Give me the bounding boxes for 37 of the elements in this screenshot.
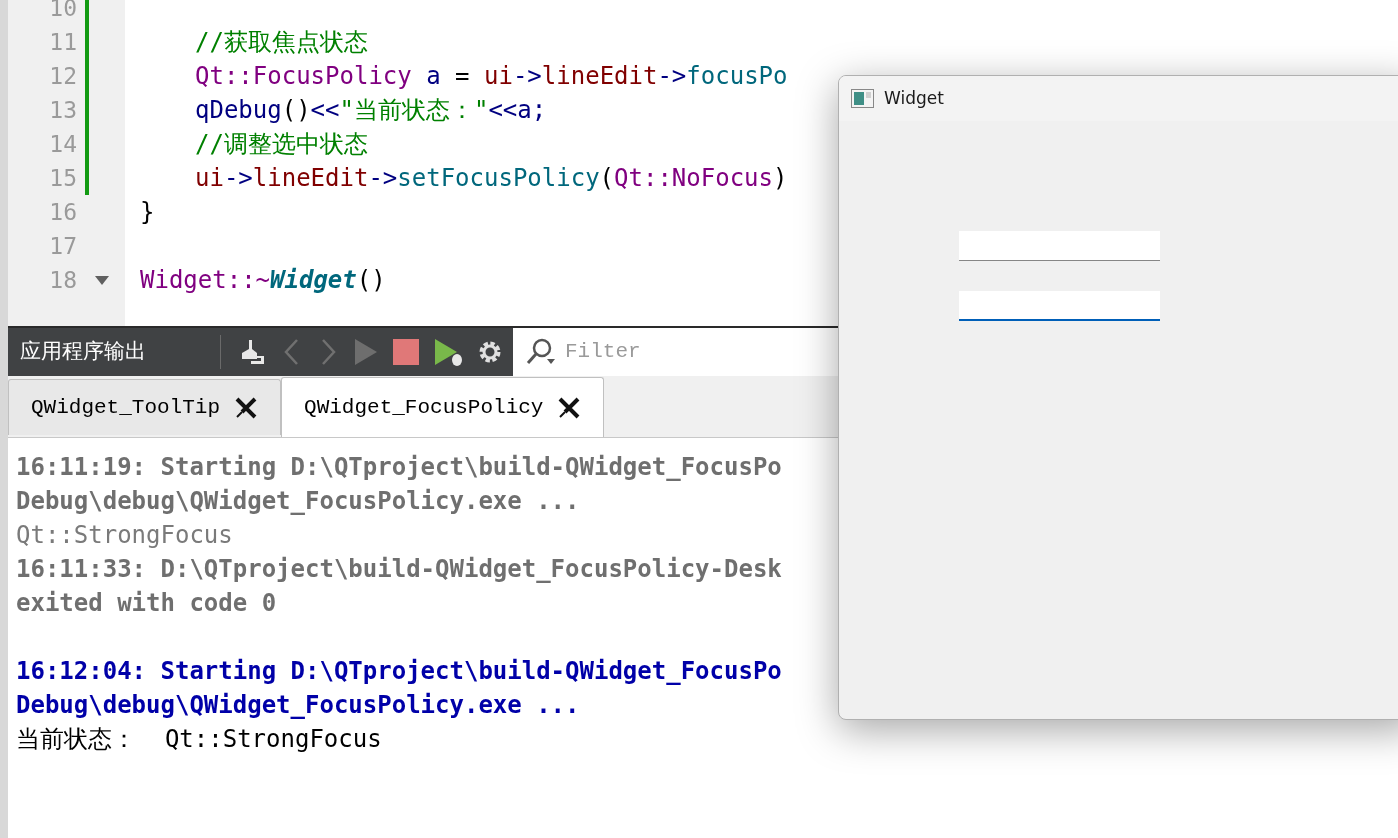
code-line: Qt::FocusPolicy a = ui->lineEdit->focusPo: [194, 61, 788, 92]
close-icon[interactable]: [557, 395, 582, 420]
output-line: Qt::StrongFocus: [16, 520, 233, 551]
code-line: qDebug()<<"当前状态："<<a;: [194, 95, 547, 126]
window-title: Widget: [884, 86, 944, 110]
output-line: 当前状态： Qt::StrongFocus: [16, 724, 382, 755]
debug-run-icon[interactable]: [433, 337, 463, 367]
code-line: //获取焦点状态: [194, 27, 368, 58]
line-number: 17: [49, 231, 77, 261]
output-line: Debug\debug\QWidget_FocusPolicy.exe ...: [16, 486, 580, 517]
app-icon: [851, 89, 874, 108]
output-line: 16:12:04: Starting D:\QTproject\build-QWidget_FocusPo: [16, 656, 782, 687]
line-number: 16: [49, 197, 77, 227]
output-tab[interactable]: QWidget_ToolTip: [8, 379, 282, 435]
output-line: 16:11:33: D:\QTproject\build-QWidget_FocusPolicy-Desk: [16, 554, 782, 585]
line-edit-field[interactable]: [959, 231, 1160, 261]
code-line: }: [139, 197, 155, 228]
code-line: //调整选中状态: [194, 129, 368, 160]
pane-title: 应用程序输出: [19, 338, 147, 366]
line-number: 11: [49, 27, 77, 57]
fold-caret-icon[interactable]: [95, 275, 109, 285]
filter-box[interactable]: Filter: [513, 328, 838, 376]
code-line: ui->lineEdit->setFocusPolicy(Qt::NoFocus): [194, 163, 788, 194]
output-tab[interactable]: QWidget_FocusPolicy: [281, 377, 605, 437]
settings-icon[interactable]: [477, 339, 503, 365]
output-line: Debug\debug\QWidget_FocusPolicy.exe ...: [16, 690, 580, 721]
line-number: 18: [49, 265, 77, 295]
code-line: Widget::~Widget(): [139, 265, 386, 296]
filter-field[interactable]: Filter: [565, 336, 838, 368]
close-icon[interactable]: [234, 395, 259, 420]
line-edit-field[interactable]: [959, 291, 1160, 321]
line-number: 15: [49, 163, 77, 193]
output-line: exited with code 0: [16, 588, 277, 619]
line-number: 13: [49, 95, 77, 125]
line-number: 14: [49, 129, 77, 159]
output-line: 16:11:19: Starting D:\QTproject\build-QWidget_FocusPo: [16, 452, 782, 483]
line-number: 12: [49, 61, 77, 91]
